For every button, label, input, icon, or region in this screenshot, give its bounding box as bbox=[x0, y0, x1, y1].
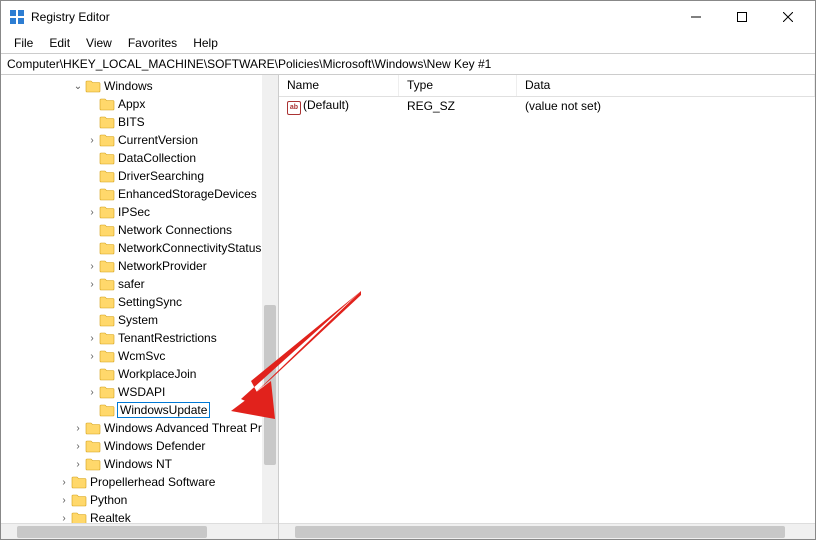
tree-scroll-horizontal[interactable] bbox=[1, 523, 278, 539]
chevron-right-icon[interactable]: › bbox=[85, 351, 99, 362]
chevron-right-icon[interactable]: › bbox=[57, 513, 71, 524]
value-data: (value not set) bbox=[517, 99, 815, 113]
tree-item-label: BITS bbox=[117, 115, 146, 129]
chevron-right-icon[interactable]: › bbox=[71, 459, 85, 470]
tree-item[interactable]: › TenantRestrictions bbox=[1, 329, 279, 347]
list-scroll-horizontal[interactable] bbox=[279, 523, 815, 539]
tree-item-label: CurrentVersion bbox=[117, 133, 199, 147]
tree-item[interactable]: Appx bbox=[1, 95, 279, 113]
col-header-data[interactable]: Data bbox=[517, 75, 815, 96]
tree-item-label: Windows Defender bbox=[103, 439, 206, 453]
tree-item[interactable]: SettingSync bbox=[1, 293, 279, 311]
tree-item[interactable]: NetworkConnectivityStatusIndicator bbox=[1, 239, 279, 257]
list-header: Name Type Data bbox=[279, 75, 815, 97]
tree-item-label: DataCollection bbox=[117, 151, 197, 165]
tree-item[interactable]: EnhancedStorageDevices bbox=[1, 185, 279, 203]
tree-item-label[interactable]: WindowsUpdate bbox=[117, 402, 210, 418]
chevron-right-icon[interactable]: › bbox=[85, 261, 99, 272]
tree-item[interactable]: › safer bbox=[1, 275, 279, 293]
menubar: File Edit View Favorites Help bbox=[1, 33, 815, 53]
menu-favorites[interactable]: Favorites bbox=[121, 34, 184, 52]
chevron-right-icon[interactable]: › bbox=[85, 279, 99, 290]
tree-item[interactable]: › Windows Defender bbox=[1, 437, 279, 455]
chevron-right-icon[interactable]: › bbox=[57, 495, 71, 506]
tree-item-label: Propellerhead Software bbox=[89, 475, 216, 489]
tree-item[interactable]: Network Connections bbox=[1, 221, 279, 239]
tree-item-label: WorkplaceJoin bbox=[117, 367, 197, 381]
menu-file[interactable]: File bbox=[7, 34, 40, 52]
tree-item[interactable]: DataCollection bbox=[1, 149, 279, 167]
value-type: REG_SZ bbox=[399, 99, 517, 113]
tree-item-label: EnhancedStorageDevices bbox=[117, 187, 258, 201]
tree-item-label: TenantRestrictions bbox=[117, 331, 218, 345]
tree-pane[interactable]: ⌄ Windows Appx BITS › CurrentVersion Data… bbox=[1, 75, 279, 539]
tree-item-label: NetworkConnectivityStatusIndicator bbox=[117, 241, 279, 255]
tree-item[interactable]: › Propellerhead Software bbox=[1, 473, 279, 491]
tree-item[interactable]: System bbox=[1, 311, 279, 329]
tree-item-label: Appx bbox=[117, 97, 146, 111]
tree-item[interactable]: › Windows Advanced Threat Protection bbox=[1, 419, 279, 437]
col-header-name[interactable]: Name bbox=[279, 75, 399, 96]
app-icon bbox=[9, 9, 25, 25]
tree-item[interactable]: WorkplaceJoin bbox=[1, 365, 279, 383]
tree: ⌄ Windows Appx BITS › CurrentVersion Data… bbox=[1, 75, 279, 533]
tree-item-label: Python bbox=[89, 493, 128, 507]
tree-item-label: System bbox=[117, 313, 159, 327]
titlebar: Registry Editor bbox=[1, 1, 815, 33]
tree-item[interactable]: › Python bbox=[1, 491, 279, 509]
close-button[interactable] bbox=[765, 2, 811, 32]
list-pane[interactable]: Name Type Data ab(Default)REG_SZ(value n… bbox=[279, 75, 815, 539]
addressbar bbox=[1, 53, 815, 75]
content: ⌄ Windows Appx BITS › CurrentVersion Data… bbox=[1, 75, 815, 539]
chevron-right-icon[interactable]: › bbox=[85, 333, 99, 344]
tree-item[interactable]: › CurrentVersion bbox=[1, 131, 279, 149]
tree-item-label: NetworkProvider bbox=[117, 259, 208, 273]
tree-item-label: WcmSvc bbox=[117, 349, 166, 363]
chevron-right-icon[interactable]: › bbox=[85, 135, 99, 146]
value-name: ab(Default) bbox=[279, 98, 399, 115]
chevron-right-icon[interactable]: › bbox=[71, 441, 85, 452]
tree-item[interactable]: › WSDAPI bbox=[1, 383, 279, 401]
menu-edit[interactable]: Edit bbox=[42, 34, 77, 52]
tree-item-label: Windows NT bbox=[103, 457, 173, 471]
tree-scroll-vertical[interactable] bbox=[262, 75, 278, 523]
chevron-right-icon[interactable]: › bbox=[71, 423, 85, 434]
tree-item[interactable]: › WcmSvc bbox=[1, 347, 279, 365]
list-row[interactable]: ab(Default)REG_SZ(value not set) bbox=[279, 97, 815, 115]
chevron-right-icon[interactable]: › bbox=[85, 387, 99, 398]
tree-item[interactable]: WindowsUpdate bbox=[1, 401, 279, 419]
window-title: Registry Editor bbox=[31, 10, 110, 24]
chevron-down-icon[interactable]: ⌄ bbox=[71, 81, 85, 92]
tree-item-label: WSDAPI bbox=[117, 385, 166, 399]
chevron-right-icon[interactable]: › bbox=[85, 207, 99, 218]
tree-item[interactable]: › Windows NT bbox=[1, 455, 279, 473]
menu-view[interactable]: View bbox=[79, 34, 119, 52]
maximize-button[interactable] bbox=[719, 2, 765, 32]
tree-item-label: IPSec bbox=[117, 205, 151, 219]
chevron-right-icon[interactable]: › bbox=[57, 477, 71, 488]
window-controls bbox=[673, 2, 811, 32]
menu-help[interactable]: Help bbox=[186, 34, 225, 52]
address-input[interactable] bbox=[5, 55, 811, 73]
tree-item-label: safer bbox=[117, 277, 146, 291]
list-body: ab(Default)REG_SZ(value not set) bbox=[279, 97, 815, 115]
tree-item[interactable]: ⌄ Windows bbox=[1, 77, 279, 95]
tree-item-label: Network Connections bbox=[117, 223, 233, 237]
col-header-type[interactable]: Type bbox=[399, 75, 517, 96]
tree-item-label: DriverSearching bbox=[117, 169, 205, 183]
tree-item-label: Windows Advanced Threat Protection bbox=[103, 421, 279, 435]
tree-item[interactable]: BITS bbox=[1, 113, 279, 131]
minimize-button[interactable] bbox=[673, 2, 719, 32]
tree-item[interactable]: › IPSec bbox=[1, 203, 279, 221]
tree-item-label: SettingSync bbox=[117, 295, 183, 309]
tree-item-label: Windows bbox=[103, 79, 154, 93]
string-value-icon: ab bbox=[287, 101, 301, 115]
tree-item[interactable]: › NetworkProvider bbox=[1, 257, 279, 275]
tree-item[interactable]: DriverSearching bbox=[1, 167, 279, 185]
